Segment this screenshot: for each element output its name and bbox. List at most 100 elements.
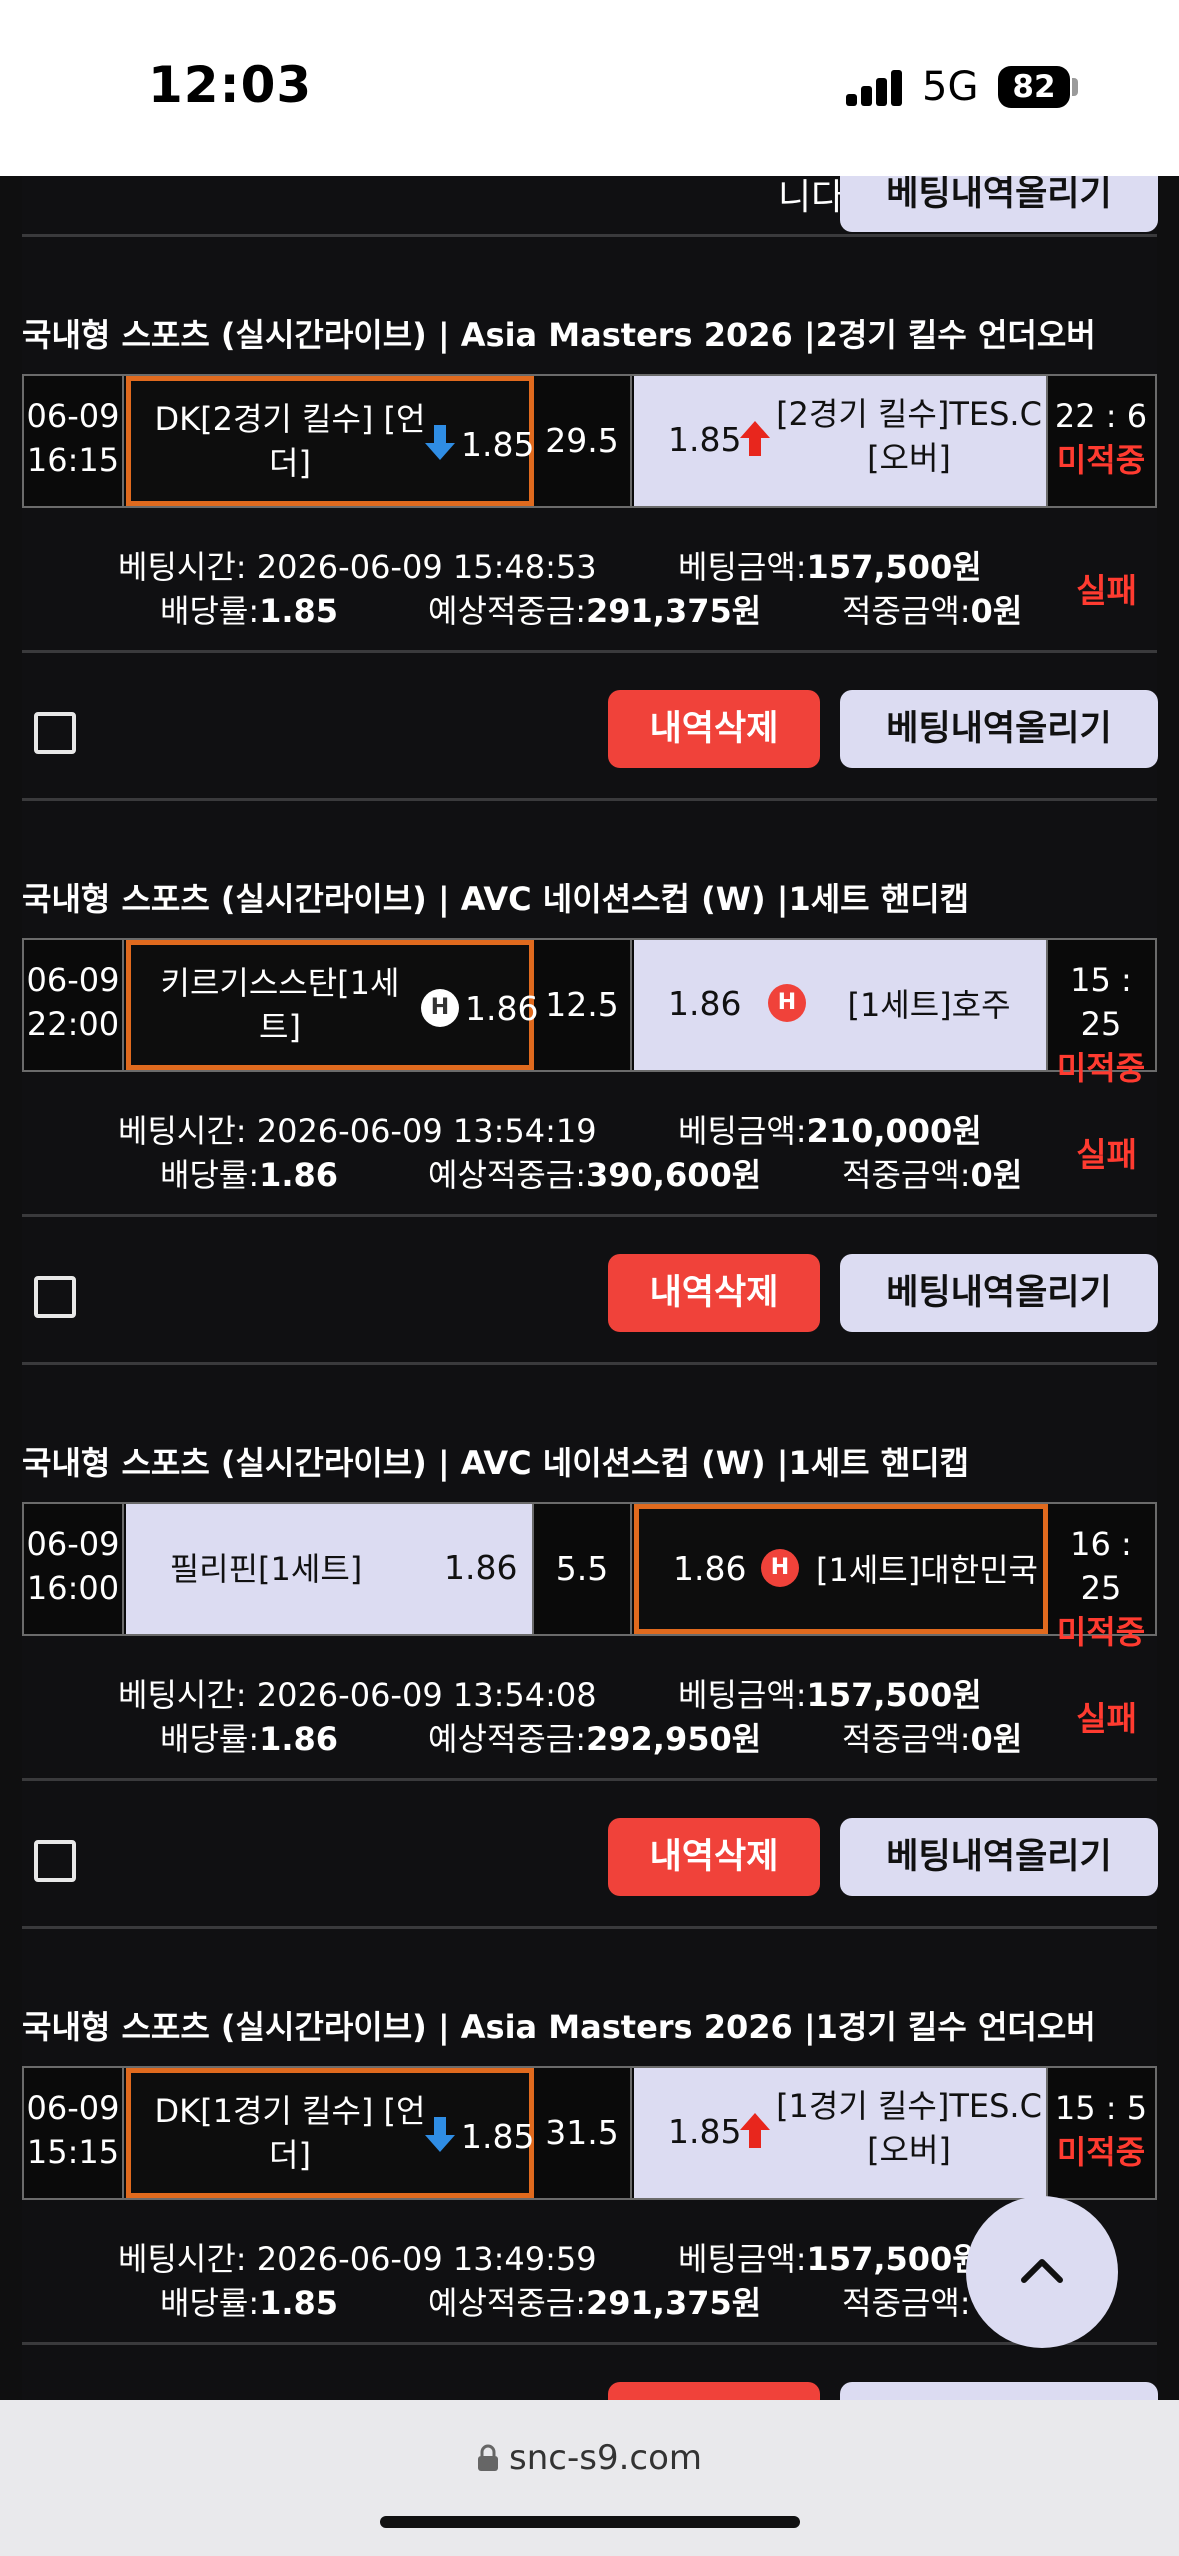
hit-amount-label: 적중금액: <box>842 1720 971 1758</box>
odds-rate: 배당률:1.86 <box>160 1150 338 1196</box>
delete-history-button[interactable]: 내역삭제 <box>608 1254 820 1332</box>
score-value: 16 : 25 <box>1070 1525 1132 1607</box>
away-option[interactable]: 1.85 [2경기 킬수]TES.C [오버] <box>634 376 1048 506</box>
odds-rate: 배당률:1.85 <box>160 586 338 632</box>
lock-icon <box>478 2444 498 2471</box>
away-team: [1세트]호주 <box>847 986 1011 1024</box>
home-indicator[interactable] <box>380 2516 800 2528</box>
bet-amount-label: 베팅금액: <box>678 1112 807 1150</box>
bet-row: 06-09 15:15 DK[1경기 킬수] [언더] 1.85 31.5 1.… <box>22 2066 1157 2200</box>
upload-history-button[interactable]: 베팅내역올리기 <box>840 2382 1158 2400</box>
arrow-down-icon <box>425 2117 455 2152</box>
expected-win: 예상적중금:291,375원 <box>428 586 761 632</box>
match-datetime: 06-09 16:00 <box>24 1504 124 1634</box>
expected-win-value: 390,600원 <box>585 1156 762 1194</box>
bet-amount: 베팅금액:157,500원 <box>678 1670 982 1716</box>
browser-address-bar[interactable]: snc-s9.com <box>0 2400 1179 2556</box>
divider <box>22 1214 1157 1217</box>
match-time: 16:15 <box>26 441 120 479</box>
odds-rate-label: 배당률: <box>160 1720 260 1758</box>
match-score: 15 : 5 미적중 <box>1047 2068 1155 2198</box>
upload-history-button[interactable]: 베팅내역올리기 <box>840 1818 1158 1896</box>
chevron-up-icon <box>1021 2259 1063 2283</box>
home-option[interactable]: 키르기스스탄[1세트] H 1.86 <box>126 940 538 1070</box>
hit-amount: 적중금액: <box>842 2278 971 2324</box>
handicap-line: 31.5 <box>534 2068 632 2198</box>
battery-icon: 82 <box>998 66 1070 108</box>
bet-time-value: 2026-06-09 13:54:08 <box>256 1676 597 1714</box>
bet-row: 06-09 22:00 키르기스스탄[1세트] H 1.86 12.5 1.86… <box>22 938 1157 1087</box>
bet-time-value: 2026-06-09 13:49:59 <box>256 2240 597 2278</box>
bet-amount-label: 베팅금액: <box>678 2240 807 2278</box>
home-team: 키르기스스탄[1세트] <box>160 964 400 1046</box>
upload-history-button[interactable]: 베팅내역올리기 <box>840 690 1158 768</box>
expected-win-value: 291,375원 <box>585 2284 762 2322</box>
result-badge: 실패 <box>1076 571 1137 610</box>
clipped-text: 니다 <box>778 177 845 218</box>
delete-history-button[interactable]: 내역삭제 <box>608 2382 820 2400</box>
home-team: DK[2경기 킬수] [언더] <box>154 400 426 482</box>
divider <box>22 1778 1157 1781</box>
divider <box>22 650 1157 653</box>
url-display[interactable]: snc-s9.com <box>0 2438 1179 2478</box>
odds-rate: 배당률:1.85 <box>160 2278 338 2324</box>
arrow-up-icon <box>740 2113 770 2148</box>
result-badge: 실패 <box>1076 1699 1137 1738</box>
arrow-down-icon <box>425 425 455 460</box>
bet-title: 국내형 스포츠 (실시간라이브) | Asia Masters 2026 |1경… <box>22 2008 1096 2046</box>
bet-amount: 베팅금액:157,500원 <box>678 542 982 588</box>
home-option[interactable]: DK[2경기 킬수] [언더] 1.85 <box>126 376 534 506</box>
delete-history-button[interactable]: 내역삭제 <box>608 690 820 768</box>
expected-win-label: 예상적중금: <box>428 1156 586 1194</box>
bet-amount-label: 베팅금액: <box>678 1676 807 1714</box>
bet-time-label: 베팅시간: <box>118 1676 257 1714</box>
battery-cap <box>1072 78 1078 96</box>
bet-time-label: 베팅시간: <box>118 548 257 586</box>
match-score: 15 : 25 미적중 <box>1047 940 1155 1087</box>
divider <box>22 1926 1157 1929</box>
match-score: 16 : 25 미적중 <box>1047 1504 1155 1651</box>
home-odds: 1.86 <box>465 989 539 1028</box>
match-state: 미적중 <box>1056 1613 1146 1651</box>
divider <box>22 234 1157 237</box>
hit-amount-label: 적중금액: <box>842 2284 971 2322</box>
expected-win-value: 291,375원 <box>585 592 762 630</box>
home-option[interactable]: 필리핀[1세트] 1.86 <box>126 1504 534 1634</box>
bet-amount-value: 157,500원 <box>806 2240 982 2278</box>
away-team: [1세트]대한민국 <box>816 1551 1038 1589</box>
bet-amount: 베팅금액:157,500원 <box>678 2234 982 2280</box>
away-option[interactable]: 1.86 H [1세트]대한민국 <box>634 1504 1048 1634</box>
bet-history-list: 니다 베팅내역올리기 국내형 스포츠 (실시간라이브) | Asia Maste… <box>22 176 1158 2400</box>
bet-amount-value: 157,500원 <box>806 548 982 586</box>
bet-title: 국내형 스포츠 (실시간라이브) | Asia Masters 2026 |2경… <box>22 316 1096 354</box>
handicap-h-icon: H <box>761 1549 799 1587</box>
handicap-h-icon: H <box>421 989 459 1027</box>
select-checkbox[interactable] <box>34 1840 76 1882</box>
hit-amount-value: 0원 <box>970 592 1023 630</box>
score-value: 15 : 5 <box>1054 2089 1148 2127</box>
upload-history-button[interactable]: 베팅내역올리기 <box>840 1254 1158 1332</box>
score-value: 22 : 6 <box>1054 397 1148 435</box>
expected-win-label: 예상적중금: <box>428 592 586 630</box>
select-checkbox[interactable] <box>34 1276 76 1318</box>
odds-rate-value: 1.85 <box>259 2284 339 2322</box>
delete-history-button[interactable]: 내역삭제 <box>608 1818 820 1896</box>
match-score: 22 : 6 미적중 <box>1047 376 1155 506</box>
odds-rate-value: 1.86 <box>259 1156 339 1194</box>
scroll-to-top-button[interactable] <box>966 2196 1118 2348</box>
score-value: 15 : 25 <box>1070 961 1132 1043</box>
away-option[interactable]: 1.86 H [1세트]호주 <box>634 940 1048 1070</box>
odds-rate-value: 1.85 <box>259 592 339 630</box>
upload-history-button[interactable]: 베팅내역올리기 <box>840 176 1158 232</box>
away-option[interactable]: 1.85 [1경기 킬수]TES.C [오버] <box>634 2068 1048 2198</box>
match-time: 22:00 <box>26 1005 120 1043</box>
home-option[interactable]: DK[1경기 킬수] [언더] 1.85 <box>126 2068 534 2198</box>
home-odds: 1.85 <box>461 2117 535 2156</box>
select-checkbox[interactable] <box>34 712 76 754</box>
home-odds: 1.85 <box>461 425 535 464</box>
away-odds: 1.86 <box>673 1549 747 1588</box>
hit-amount-label: 적중금액: <box>842 592 971 630</box>
divider <box>22 798 1157 801</box>
match-date: 06-09 <box>26 961 120 999</box>
result-badge: 실패 <box>1076 1135 1137 1174</box>
